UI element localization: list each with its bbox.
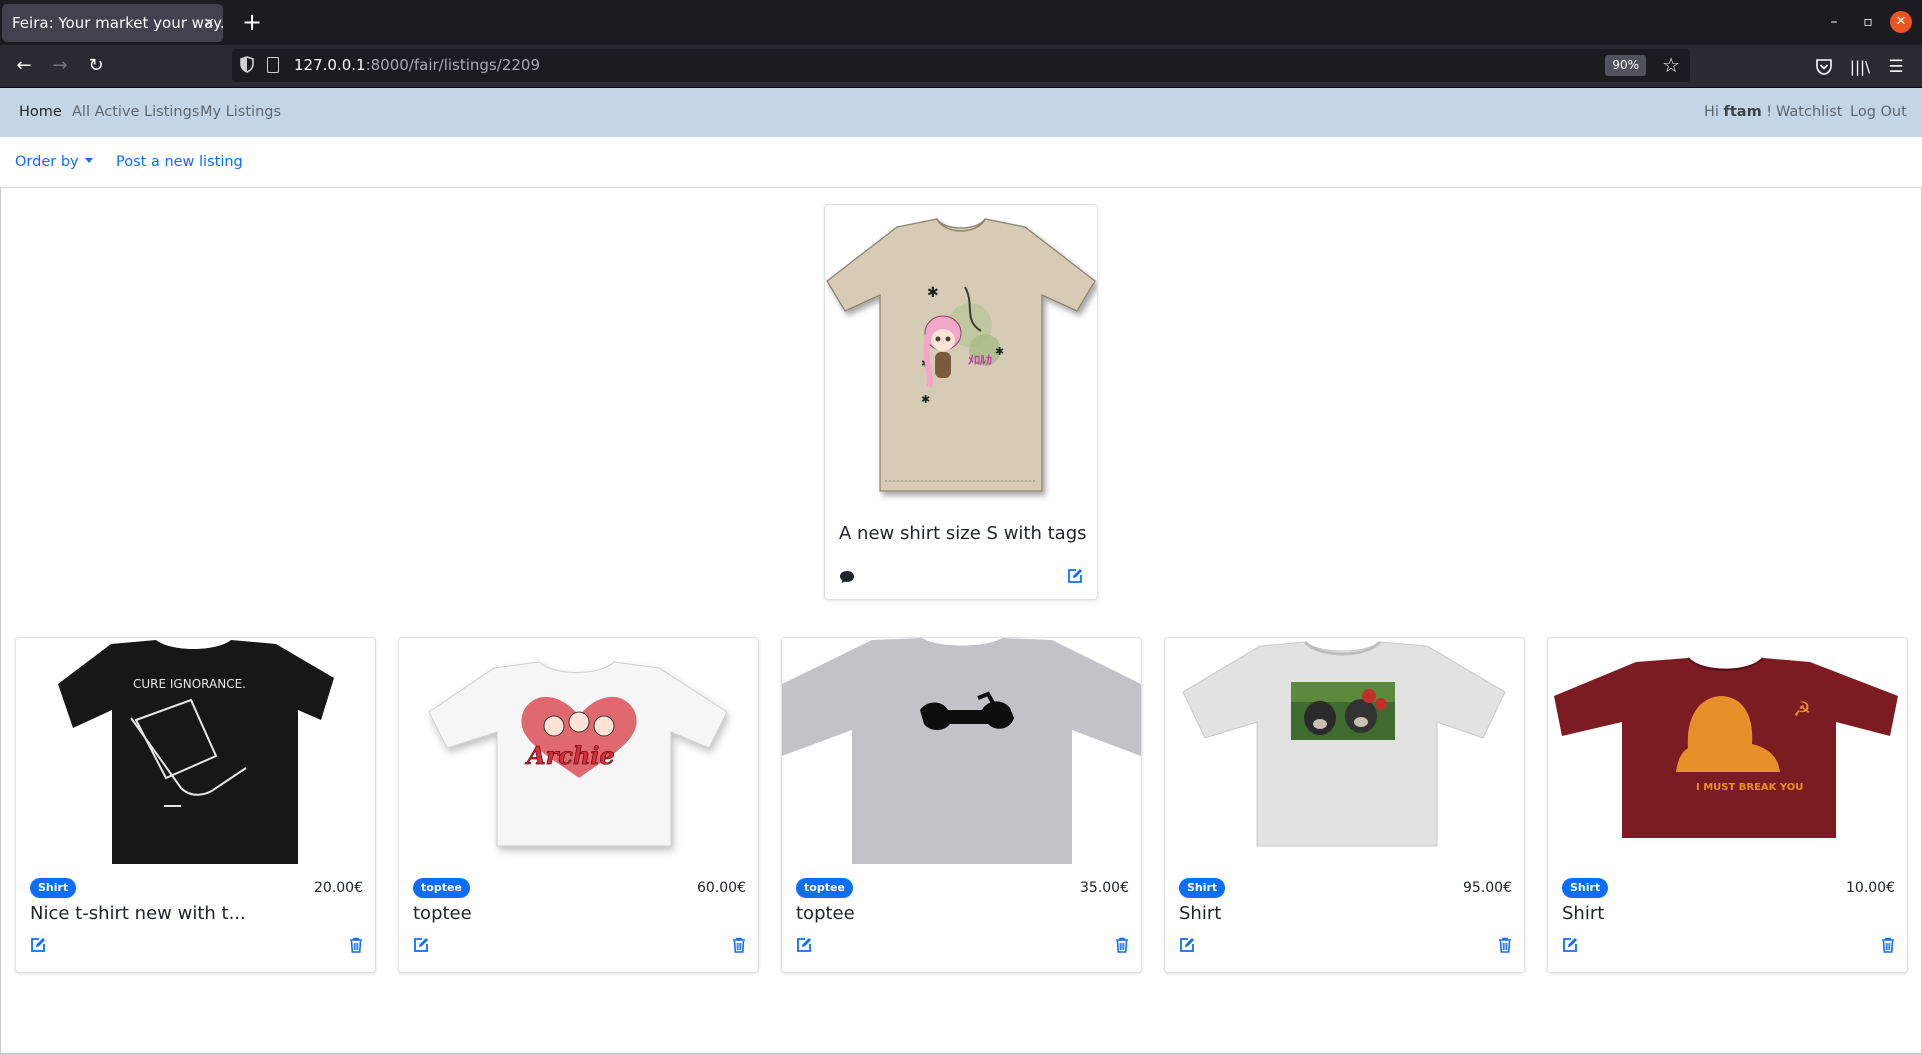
shirt-print-text: Archie <box>525 741 615 770</box>
edit-icon[interactable] <box>29 936 47 954</box>
order-by-dropdown[interactable]: Order by <box>15 141 93 183</box>
delete-icon[interactable] <box>1879 936 1897 954</box>
featured-listing-title[interactable]: A new shirt size S with tags <box>839 523 1087 544</box>
nav-logout-link[interactable]: Log Out <box>1850 88 1907 137</box>
post-new-listing-link[interactable]: Post a new listing <box>116 141 243 183</box>
listing-price: 95.00€ <box>1463 880 1512 896</box>
listing-price: 60.00€ <box>697 880 746 896</box>
svg-text:✱: ✱ <box>995 345 1004 358</box>
back-icon[interactable]: ← <box>9 51 39 81</box>
shirt-print-text: I MUST BREAK YOU <box>1696 782 1803 793</box>
listing-image[interactable]: CURE IGNORANCE. <box>16 638 375 868</box>
listing-price: 35.00€ <box>1080 880 1129 896</box>
url-bar[interactable]: 127.0.0.1:8000/fair/listings/2209 90% ☆ <box>232 49 1690 82</box>
zoom-level-badge[interactable]: 90% <box>1605 55 1646 76</box>
edit-icon[interactable] <box>1178 936 1196 954</box>
browser-tab-bar: Feira: Your market your way. × + – ▫ ✕ <box>0 0 1922 45</box>
new-tab-button[interactable]: + <box>236 6 268 38</box>
category-badge[interactable]: toptee <box>796 878 853 898</box>
shield-icon[interactable] <box>240 56 254 73</box>
listing-card[interactable]: Shirt 95.00€ Shirt <box>1164 637 1525 973</box>
browser-tab[interactable]: Feira: Your market your way. × <box>2 4 223 42</box>
nav-home-link[interactable]: Home <box>19 88 62 137</box>
greeting-suffix: ! <box>1761 104 1773 120</box>
listing-title[interactable]: toptee <box>796 903 855 924</box>
forward-icon[interactable]: → <box>45 51 75 81</box>
featured-shirt-image[interactable]: ✱ ✱ ✱ ✱ ﾒﾛﾙｶ <box>825 205 1097 505</box>
category-badge[interactable]: Shirt <box>30 878 77 898</box>
listing-title[interactable]: Nice t-shirt new with t... <box>30 903 246 924</box>
pocket-icon[interactable] <box>1812 57 1836 77</box>
delete-icon[interactable] <box>1496 936 1514 954</box>
edit-icon[interactable] <box>1561 936 1579 954</box>
listing-toolbar: Order by Post a new listing <box>0 137 1922 188</box>
edit-icon[interactable] <box>412 936 430 954</box>
tab-close-icon[interactable]: × <box>203 4 215 42</box>
delete-icon[interactable] <box>730 936 748 954</box>
page-border <box>0 188 1 1055</box>
svg-text:✱: ✱ <box>921 393 930 406</box>
listing-price: 20.00€ <box>314 880 363 896</box>
window-close-icon[interactable]: ✕ <box>1890 11 1912 33</box>
comment-icon[interactable] <box>838 568 856 586</box>
edit-icon[interactable] <box>795 936 813 954</box>
edit-icon[interactable] <box>1066 567 1084 585</box>
delete-icon[interactable] <box>1113 936 1131 954</box>
listing-title[interactable]: Shirt <box>1562 903 1604 924</box>
browser-nav-bar: ← → ↻ 127.0.0.1:8000/fair/listings/2209 … <box>0 45 1922 88</box>
category-badge[interactable]: toptee <box>413 878 470 898</box>
listing-image[interactable] <box>1165 638 1524 868</box>
listing-title[interactable]: Shirt <box>1179 903 1221 924</box>
svg-text:ﾒﾛﾙｶ: ﾒﾛﾙｶ <box>968 353 992 367</box>
site-navbar: Home All Active Listings My Listings Hi … <box>0 88 1922 137</box>
listing-image[interactable] <box>782 638 1141 868</box>
listing-title[interactable]: toptee <box>413 903 472 924</box>
delete-icon[interactable] <box>347 936 365 954</box>
listing-card[interactable]: toptee 35.00€ toptee <box>781 637 1142 973</box>
greeting-prefix: Hi <box>1704 104 1724 120</box>
menu-icon[interactable]: ☰ <box>1884 57 1908 77</box>
nav-watchlist-link[interactable]: Watchlist <box>1776 88 1842 137</box>
star-icon[interactable]: ☆ <box>1662 52 1680 79</box>
svg-text:☭: ☭ <box>1793 697 1811 721</box>
listing-card[interactable]: ☭ I MUST BREAK YOU Shirt 10.00€ Shirt <box>1547 637 1908 973</box>
reload-icon[interactable]: ↻ <box>81 51 111 81</box>
svg-text:✱: ✱ <box>927 285 939 301</box>
username: ftam <box>1723 104 1762 120</box>
url-path: :8000/fair/listings/2209 <box>365 56 540 74</box>
minimize-icon[interactable]: – <box>1822 10 1846 34</box>
page-icon[interactable] <box>267 57 279 73</box>
url-host: 127.0.0.1 <box>294 56 366 74</box>
featured-listing-card[interactable]: ✱ ✱ ✱ ✱ ﾒﾛﾙｶ A new shirt size S with tag… <box>824 204 1098 600</box>
caret-down-icon <box>84 157 93 163</box>
order-by-label: Order by <box>15 154 79 170</box>
restore-icon[interactable]: ▫ <box>1856 10 1880 34</box>
listing-card[interactable]: CURE IGNORANCE. Shirt 20.00€ Nice t-shir… <box>15 637 376 973</box>
tab-title: Feira: Your market your way. <box>12 14 223 32</box>
library-icon[interactable]: |||\ <box>1848 57 1872 77</box>
listing-image[interactable]: ☭ I MUST BREAK YOU <box>1548 638 1907 868</box>
nav-my-listings-link[interactable]: My Listings <box>200 88 281 137</box>
listing-image[interactable]: Archie <box>399 638 758 868</box>
user-greeting: Hi ftam ! <box>1704 88 1772 137</box>
category-badge[interactable]: Shirt <box>1562 878 1609 898</box>
listing-price: 10.00€ <box>1846 880 1895 896</box>
listing-card[interactable]: Archie toptee 60.00€ toptee <box>398 637 759 973</box>
category-badge[interactable]: Shirt <box>1179 878 1226 898</box>
url-text[interactable]: 127.0.0.1:8000/fair/listings/2209 <box>294 49 540 82</box>
shirt-print-text: CURE IGNORANCE. <box>133 677 246 691</box>
nav-all-listings-link[interactable]: All Active Listings <box>72 88 199 137</box>
